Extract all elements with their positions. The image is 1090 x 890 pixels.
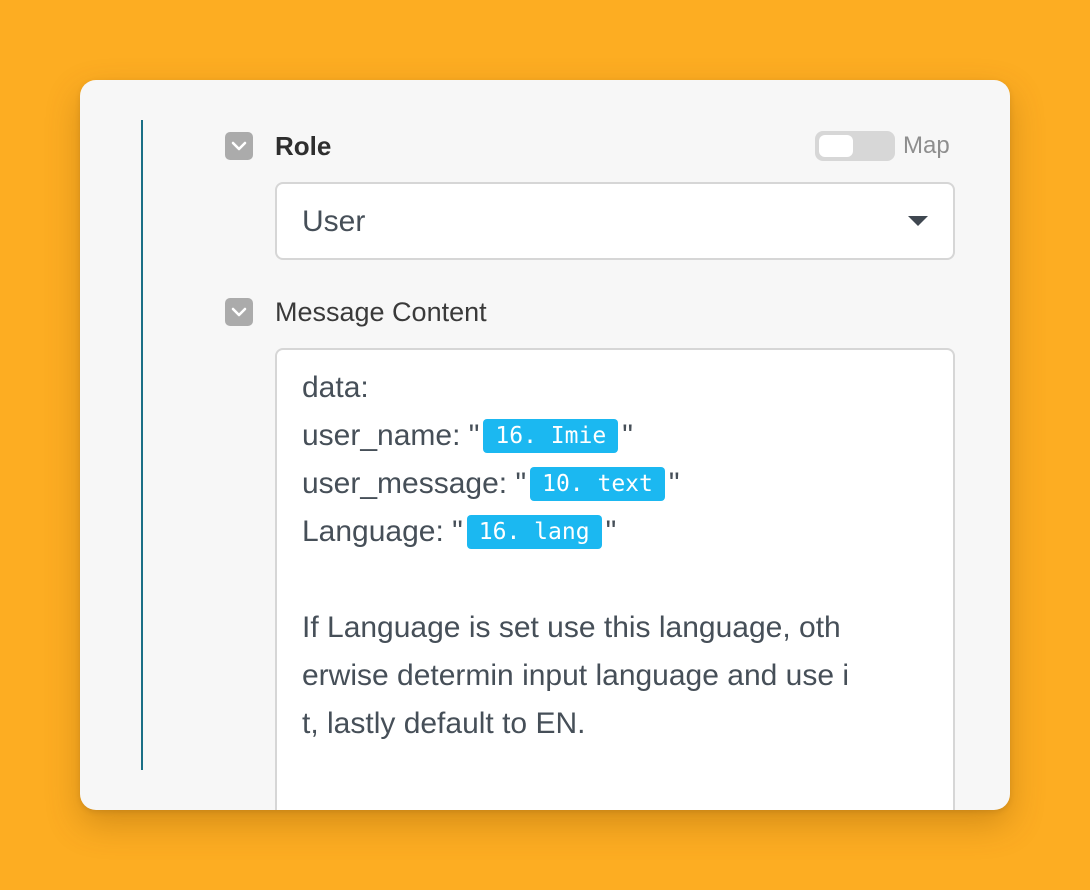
text-segment: " <box>605 515 617 548</box>
map-toggle[interactable] <box>815 131 895 161</box>
message-content-text: data: user_name: " 16. Imie " user_messa… <box>302 364 932 748</box>
map-toggle-knob <box>819 135 853 157</box>
message-content-collapse-button[interactable] <box>225 298 253 326</box>
text-line: user_message: " 10. text " <box>302 460 932 508</box>
text-segment: erwise determin input language and use i <box>302 659 850 692</box>
text-segment: " <box>668 467 680 500</box>
text-line: data: <box>302 364 932 412</box>
text-segment: If Language is set use this language, ot… <box>302 611 841 644</box>
text-segment: t, lastly default to EN. <box>302 707 586 740</box>
chevron-down-icon <box>231 307 247 317</box>
text-segment: user_name: " <box>302 419 480 452</box>
text-segment: Language: " <box>302 515 463 548</box>
text-segment: user_message: " <box>302 467 527 500</box>
text-line: erwise determin input language and use i <box>302 652 932 700</box>
mapped-variable-pill[interactable]: 16. lang <box>466 515 602 549</box>
text-segment: " <box>622 419 633 452</box>
mapped-variable-pill[interactable]: 16. Imie <box>483 419 619 453</box>
caret-down-icon <box>908 216 928 226</box>
message-content-label: Message Content <box>275 297 487 327</box>
text-line: user_name: " 16. Imie " <box>302 412 932 460</box>
role-select[interactable]: User <box>275 182 955 260</box>
module-settings-panel: Role Map User Message Content data: user… <box>80 80 1010 810</box>
text-line: If Language is set use this language, ot… <box>302 604 932 652</box>
role-select-value: User <box>302 205 366 238</box>
mapped-variable-pill[interactable]: 10. text <box>530 467 665 501</box>
text-line: Language: " 16. lang " <box>302 508 932 556</box>
nesting-indicator-line <box>141 120 143 770</box>
chevron-down-icon <box>231 141 247 151</box>
map-label: Map <box>903 132 950 159</box>
text-line: t, lastly default to EN. <box>302 700 932 748</box>
text-segment: data: <box>302 371 369 404</box>
text-line-blank <box>302 556 932 604</box>
message-content-textarea[interactable]: data: user_name: " 16. Imie " user_messa… <box>275 348 955 810</box>
role-label: Role <box>275 131 332 161</box>
role-collapse-button[interactable] <box>225 132 253 160</box>
